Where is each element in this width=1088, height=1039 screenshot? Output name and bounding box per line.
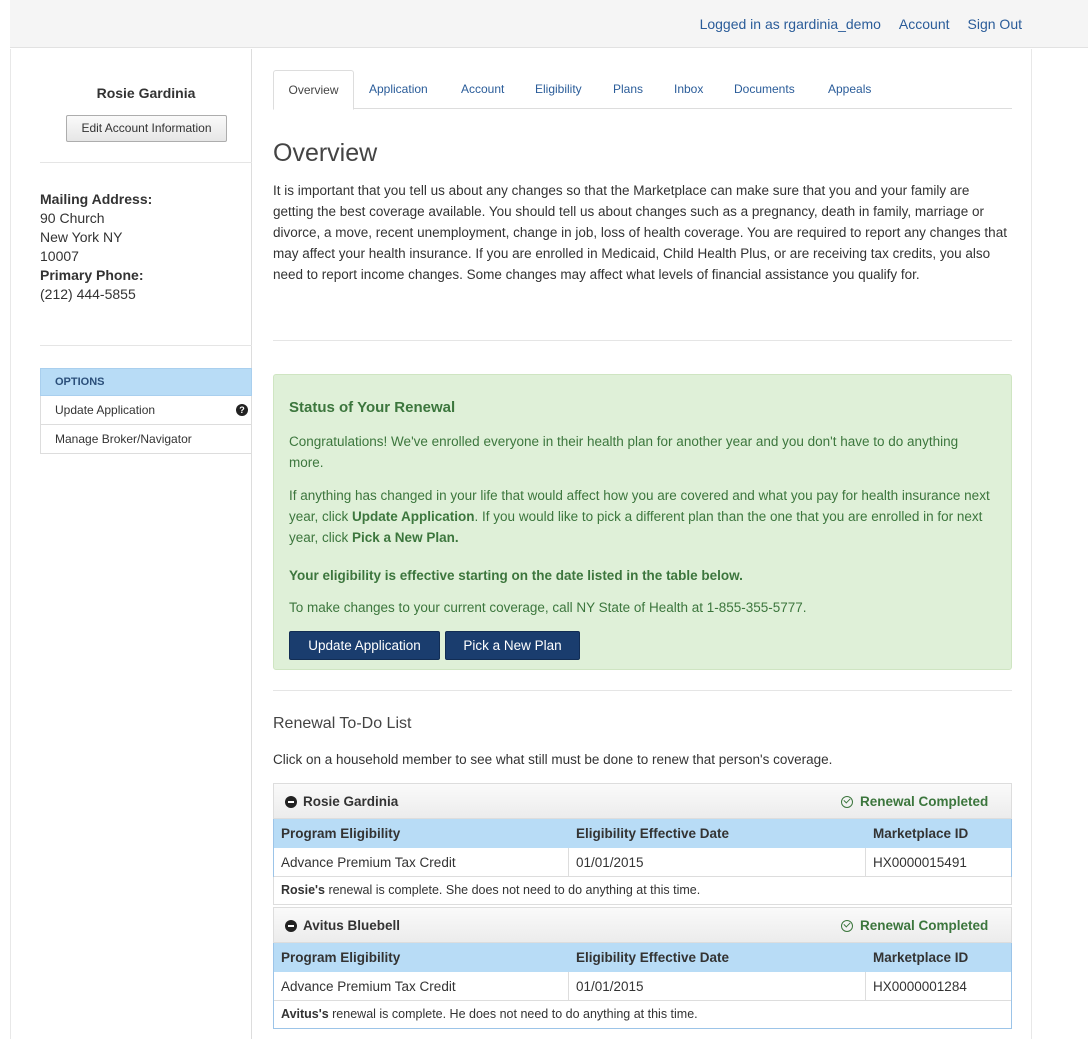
- marketplace-id-cell: HX0000015491: [873, 855, 967, 870]
- member-header[interactable]: Avitus Bluebell Renewal Completed: [273, 907, 1012, 943]
- edit-account-button[interactable]: Edit Account Information: [66, 115, 227, 142]
- table-row: Advance Premium Tax Credit 01/01/2015 HX…: [274, 972, 1011, 1001]
- renewal-status-title: Status of Your Renewal: [289, 399, 456, 416]
- tab-appeals[interactable]: Appeals: [828, 70, 871, 109]
- renewal-changes-emphasis: Pick a New Plan.: [352, 530, 459, 545]
- contact-info: Mailing Address: 90 Church New York NY 1…: [40, 190, 252, 304]
- column-header: Program Eligibility: [281, 950, 401, 965]
- account-link[interactable]: Account: [899, 16, 950, 32]
- options-heading: OPTIONS: [40, 368, 252, 396]
- member-name: Avitus Bluebell: [303, 918, 401, 933]
- column-header: Marketplace ID: [873, 826, 969, 841]
- section-divider: [273, 340, 1012, 341]
- note-member-name: Avitus's: [281, 1007, 329, 1021]
- tab-eligibility[interactable]: Eligibility: [535, 70, 582, 109]
- marketplace-id-cell: HX0000001284: [873, 979, 967, 994]
- page-title: Overview: [273, 139, 378, 167]
- program-cell: Advance Premium Tax Credit: [274, 972, 569, 1001]
- minus-circle-icon[interactable]: [285, 920, 297, 932]
- tab-documents[interactable]: Documents: [734, 70, 795, 109]
- renewal-status-badge: Renewal Completed: [860, 918, 989, 933]
- question-circle-icon[interactable]: ?: [236, 404, 248, 416]
- primary-phone-label: Primary Phone:: [40, 267, 144, 283]
- note-text: renewal is complete. He does not need to…: [328, 1007, 698, 1021]
- tab-plans[interactable]: Plans: [613, 70, 643, 109]
- tab-overview[interactable]: Overview: [273, 70, 354, 110]
- table-header-row: Program Eligibility Eligibility Effectiv…: [274, 943, 1011, 972]
- minus-circle-icon[interactable]: [285, 796, 297, 808]
- table-row: Advance Premium Tax Credit 01/01/2015 HX…: [274, 848, 1011, 877]
- member-name: Rosie Gardinia: [303, 794, 399, 809]
- note-text: renewal is complete. She does not need t…: [324, 883, 701, 897]
- eligibility-table: Program Eligibility Eligibility Effectiv…: [273, 943, 1012, 1001]
- sidebar: Rosie Gardinia Edit Account Information …: [40, 49, 252, 1039]
- sign-out-link[interactable]: Sign Out: [968, 16, 1022, 32]
- tab-account[interactable]: Account: [461, 70, 504, 109]
- pick-new-plan-button[interactable]: Pick a New Plan: [445, 631, 580, 660]
- check-circle-icon: [841, 920, 853, 932]
- top-bar-edge: [0, 0, 10, 48]
- address-line: New York NY: [40, 229, 123, 245]
- renewal-note: Avitus's renewal is complete. He does no…: [273, 1001, 1012, 1029]
- member-header[interactable]: Rosie Gardinia Renewal Completed: [273, 783, 1012, 819]
- renewal-congrats: Congratulations! We've enrolled everyone…: [289, 434, 959, 470]
- option-manage-broker[interactable]: Manage Broker/Navigator: [40, 425, 252, 454]
- option-label: Update Application: [55, 403, 156, 417]
- call-note: To make changes to your current coverage…: [289, 600, 807, 615]
- tab-application[interactable]: Application: [369, 70, 428, 109]
- mailing-address-label: Mailing Address:: [40, 191, 153, 207]
- overview-intro: It is important that you tell us about a…: [273, 183, 1007, 282]
- tab-inbox[interactable]: Inbox: [674, 70, 703, 109]
- note-member-name: Rosie's: [281, 883, 325, 897]
- logged-in-label: Logged in as rgardinia_demo: [699, 16, 881, 32]
- option-update-application[interactable]: Update Application ?: [40, 396, 252, 425]
- todo-description: Click on a household member to see what …: [273, 752, 833, 767]
- date-cell: 01/01/2015: [569, 972, 866, 1001]
- renewal-status-badge: Renewal Completed: [860, 794, 989, 809]
- date-cell: 01/01/2015: [569, 848, 866, 877]
- section-divider: [273, 690, 1012, 691]
- option-label: Manage Broker/Navigator: [55, 432, 192, 446]
- check-circle-icon: [841, 796, 853, 808]
- tab-bar: Overview Application Account Eligibility…: [273, 70, 1012, 110]
- column-header: Eligibility Effective Date: [576, 950, 730, 965]
- todo-title: Renewal To-Do List: [273, 715, 412, 732]
- top-nav: Logged in as rgardinia_demo Account Sign…: [700, 16, 1022, 32]
- profile-name: Rosie Gardinia: [96, 85, 196, 101]
- program-cell: Advance Premium Tax Credit: [274, 848, 569, 877]
- primary-phone: (212) 444-5855: [40, 286, 136, 302]
- renewal-status-panel: Status of Your Renewal Congratulations! …: [273, 374, 1012, 670]
- sidebar-divider: [40, 345, 252, 346]
- renewal-note: Rosie's renewal is complete. She does no…: [273, 877, 1012, 905]
- table-header-row: Program Eligibility Eligibility Effectiv…: [274, 819, 1011, 848]
- address-line: 10007: [40, 248, 79, 264]
- column-header: Eligibility Effective Date: [576, 826, 730, 841]
- column-header: Program Eligibility: [281, 826, 401, 841]
- address-line: 90 Church: [40, 210, 105, 226]
- eligibility-table: Program Eligibility Eligibility Effectiv…: [273, 819, 1012, 877]
- renewal-changes: If anything has changed in your life tha…: [289, 485, 994, 548]
- eligibility-effective-note: Your eligibility is effective starting o…: [289, 568, 743, 583]
- column-header: Marketplace ID: [873, 950, 969, 965]
- top-bar: Logged in as rgardinia_demo Account Sign…: [0, 0, 1088, 48]
- sidebar-divider: [40, 162, 252, 163]
- renewal-changes-emphasis: Update Application: [352, 509, 475, 524]
- update-application-button[interactable]: Update Application: [289, 631, 440, 660]
